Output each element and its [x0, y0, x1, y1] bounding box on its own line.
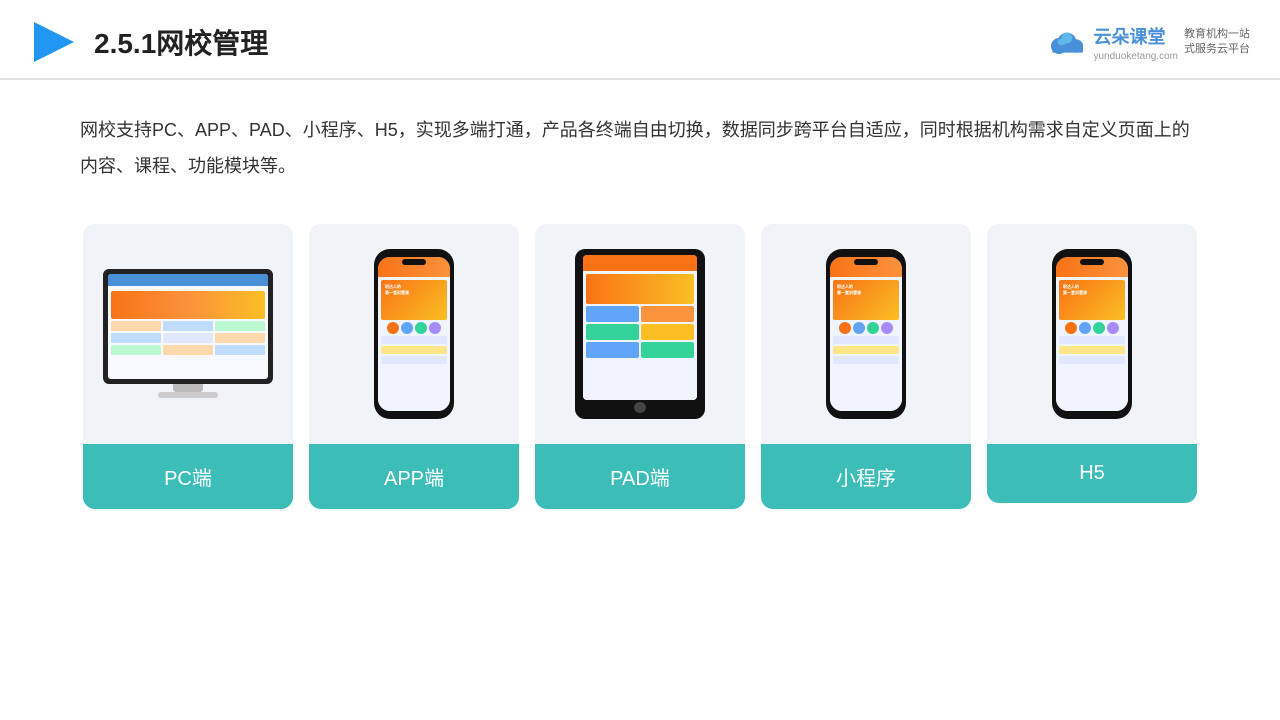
card-app-image: 职达人的第一堂训营课 [309, 224, 519, 444]
logo-area: 云朵课堂 yunduoketang.com 教育机构一站 式服务云平台 [1047, 23, 1250, 62]
play-icon [30, 18, 78, 66]
phone-app-icon: 职达人的第一堂训营课 [374, 249, 454, 419]
card-h5: 职达人的第一堂训营课 H5 [987, 224, 1197, 503]
card-pc: PC端 [83, 224, 293, 509]
card-app: 职达人的第一堂训营课 APP端 [309, 224, 519, 509]
card-miniprogram: 职达人的第一堂训营课 小程序 [761, 224, 971, 509]
logo-url: yunduoketang.com [1093, 51, 1178, 62]
description-text: 网校支持PC、APP、PAD、小程序、H5，实现多端打通，产品各终端自由切换，数… [0, 80, 1280, 204]
tablet-pad-icon [575, 249, 705, 419]
card-miniprogram-label: 小程序 [761, 444, 971, 509]
phone-h5-icon: 职达人的第一堂训营课 [1052, 249, 1132, 419]
card-miniprogram-image: 职达人的第一堂训营课 [761, 224, 971, 444]
logo-text-group: 云朵课堂 yunduoketang.com [1093, 23, 1178, 62]
card-pad-image [535, 224, 745, 444]
header: 2.5.1网校管理 云朵课堂 yunduoketang.com 教育机构一站 式… [0, 0, 1280, 80]
page-title: 2.5.1网校管理 [94, 22, 268, 62]
card-pad-label: PAD端 [535, 444, 745, 509]
phone-miniprogram-icon: 职达人的第一堂训营课 [826, 249, 906, 419]
logo-tagline-line2: 式服务云平台 [1184, 42, 1250, 57]
logo-tagline-line1: 教育机构一站 [1184, 27, 1250, 42]
cloud-icon [1047, 28, 1087, 56]
card-pc-label: PC端 [83, 444, 293, 509]
header-left: 2.5.1网校管理 [30, 18, 268, 66]
logo-cloud: 云朵课堂 yunduoketang.com 教育机构一站 式服务云平台 [1047, 23, 1250, 62]
cards-container: PC端 职达人的第一堂训营课 [0, 204, 1280, 539]
card-app-label: APP端 [309, 444, 519, 509]
pc-monitor-icon [103, 269, 273, 399]
card-h5-image: 职达人的第一堂训营课 [987, 224, 1197, 444]
card-pc-image [83, 224, 293, 444]
logo-main-text: 云朵课堂 [1093, 23, 1178, 49]
card-pad: PAD端 [535, 224, 745, 509]
card-h5-label: H5 [987, 444, 1197, 503]
logo-tagline: 教育机构一站 式服务云平台 [1184, 27, 1250, 58]
